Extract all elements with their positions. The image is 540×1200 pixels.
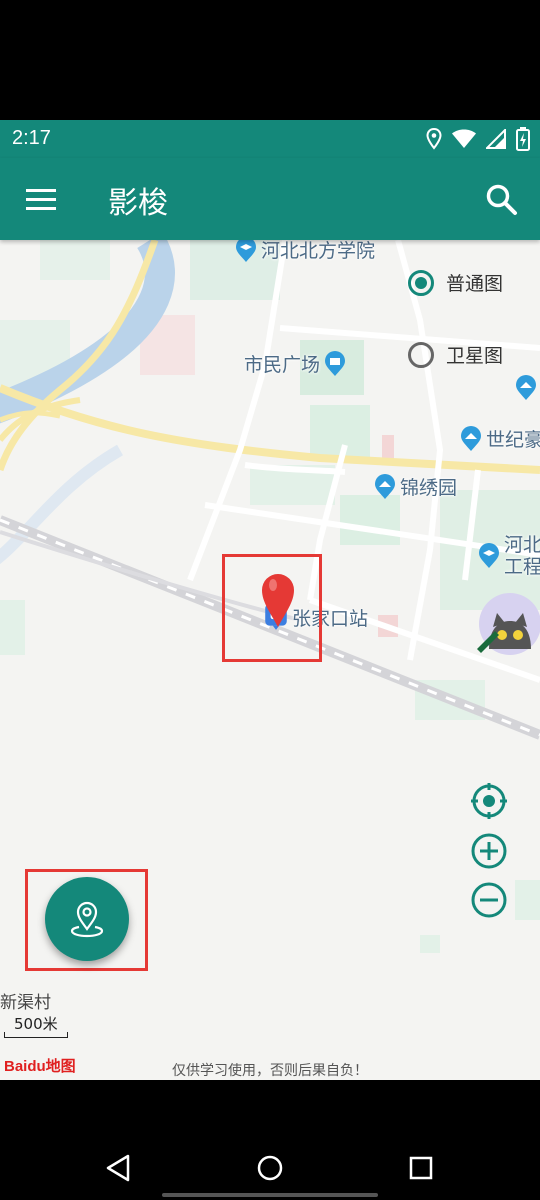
map-type-label: 卫星图 (446, 345, 504, 367)
poi-label: 世纪豪 (486, 429, 540, 451)
zoom-in-icon (471, 833, 507, 869)
cat-icon (477, 593, 540, 655)
system-nav-bar (0, 1080, 540, 1200)
status-icons (426, 126, 530, 152)
poi-label-line2: 工程 (504, 556, 540, 578)
poi-hebei-eng[interactable]: 河北 工程 (478, 534, 540, 578)
scale-bar (4, 1032, 68, 1038)
village-label: 新渠村 (0, 993, 51, 1013)
nav-home-button[interactable] (250, 1148, 290, 1188)
radio-selected-icon (408, 269, 434, 296)
home-indicator (162, 1193, 378, 1197)
locate-icon (471, 783, 507, 819)
poi-hebei-north-univ[interactable]: 河北北方学院 (235, 240, 375, 263)
radio-unselected-icon (408, 341, 434, 368)
zoom-out-button[interactable] (470, 881, 508, 919)
search-icon (486, 184, 517, 215)
location-pin-icon (70, 901, 104, 938)
location-icon (426, 128, 442, 150)
school-pin-icon (479, 543, 499, 568)
app-bar: 影梭 (0, 158, 540, 240)
map-type-satellite[interactable]: 卫星图 (408, 341, 503, 368)
map-type-label: 普通图 (446, 273, 504, 295)
building-pin-icon (375, 473, 395, 499)
landmark-pin-icon (325, 350, 346, 376)
battery-charging-icon (516, 127, 530, 151)
top-black-bar (0, 0, 540, 120)
poi-shiji[interactable]: 世纪豪 (460, 425, 540, 452)
app-title: 影梭 (108, 186, 168, 221)
status-bar: 2:17 (0, 120, 540, 158)
signal-icon (486, 129, 506, 149)
floating-cat-avatar[interactable] (477, 591, 540, 657)
selected-location-highlight (222, 554, 322, 662)
zoom-in-button[interactable] (470, 832, 508, 870)
poi-label: 河北北方学院 (261, 240, 376, 262)
zoom-out-icon (471, 882, 507, 918)
back-triangle-icon (106, 1154, 130, 1182)
nav-recents-button[interactable] (401, 1148, 441, 1188)
poi-label-line1: 河北 (504, 534, 540, 556)
menu-button[interactable] (20, 180, 60, 220)
building-pin-icon (516, 375, 536, 400)
scale-label: 500米 (14, 1015, 58, 1033)
disclaimer-text: 仅供学习使用，否则后果自负！ (172, 1063, 368, 1079)
poi-label: 锦绣园 (400, 477, 458, 499)
home-circle-icon (257, 1155, 283, 1181)
locate-button[interactable] (470, 782, 508, 820)
nav-back-button[interactable] (98, 1148, 138, 1188)
search-button[interactable] (482, 180, 522, 220)
hamburger-menu-icon (26, 189, 56, 210)
recents-square-icon (409, 1156, 433, 1180)
school-pin-icon (236, 240, 256, 262)
poi-jinxiuyuan[interactable]: 锦绣园 (374, 473, 457, 500)
poi-citizen-square[interactable]: 市民广场 (244, 350, 346, 377)
map-type-normal[interactable]: 普通图 (408, 269, 503, 296)
poi-extra[interactable] (515, 375, 540, 401)
poi-label: 市民广场 (244, 354, 321, 376)
location-fab-button[interactable] (45, 877, 129, 961)
wifi-icon (452, 129, 476, 148)
status-time: 2:17 (12, 127, 51, 149)
building-pin-icon (461, 425, 481, 451)
